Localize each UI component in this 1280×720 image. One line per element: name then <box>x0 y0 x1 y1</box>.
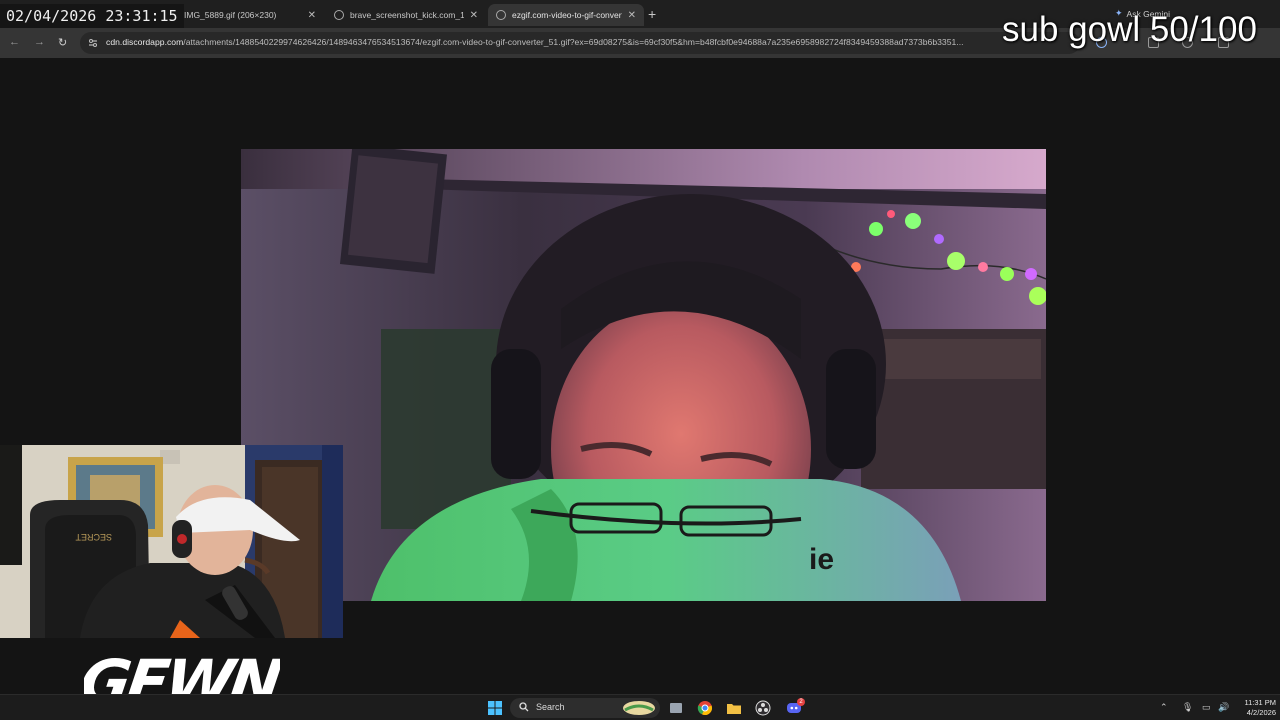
file-explorer-icon[interactable] <box>726 700 742 716</box>
taskbar-date: 4/2/2026 <box>1246 708 1276 717</box>
taskbar-clock[interactable]: 11:31 PM 4/2/2026 <box>1238 698 1276 718</box>
stream-frame: IMG_5889.gif (206×230) ✕ brave_screensho… <box>0 0 1280 720</box>
windows-taskbar: Search 2 ⌃ 🎙 ▭ 🔊 11:31 PM 4/2/2026 <box>0 694 1280 720</box>
tab-img-gif[interactable]: IMG_5889.gif (206×230) ✕ <box>176 4 324 26</box>
search-highlight-icon <box>623 701 655 715</box>
volume-icon[interactable]: 🔊 <box>1218 702 1229 713</box>
sub-goal-counter: sub gowl 50/100 <box>1002 10 1257 49</box>
back-arrow-icon[interactable]: ← <box>9 36 20 48</box>
chevron-up-icon[interactable]: ⌃ <box>1160 702 1168 713</box>
svg-text:ie: ie <box>809 543 834 576</box>
stream-datetime: 02/04/2026 23:31:15 <box>0 4 184 28</box>
new-tab-button[interactable]: + <box>648 6 656 22</box>
taskbar-search-box[interactable]: Search <box>510 698 660 718</box>
streamer-webcam: SECRET <box>0 445 343 638</box>
address-bar[interactable]: cdn.discordapp.com/attachments/148854022… <box>80 32 1080 54</box>
webcam-scene: SECRET <box>0 445 343 638</box>
discord-taskbar-button[interactable]: 2 <box>786 698 805 716</box>
chrome-icon[interactable] <box>697 700 713 716</box>
close-icon[interactable]: ✕ <box>470 10 478 21</box>
url-path: /attachments/1488540229974626426/1489463… <box>183 37 964 47</box>
gif-video-frame: ie <box>241 149 1046 601</box>
globe-icon <box>334 10 344 20</box>
search-placeholder: Search <box>536 702 565 712</box>
svg-text:SECRET: SECRET <box>75 532 112 542</box>
tab-title: ezgif.com-video-to-gif-convert <box>512 10 622 20</box>
tab-ezgif[interactable]: ezgif.com-video-to-gif-convert ✕ <box>488 4 644 26</box>
video-scene: ie <box>241 149 1046 601</box>
task-view-icon[interactable] <box>668 700 684 716</box>
network-icon[interactable]: ▭ <box>1202 702 1211 713</box>
forward-arrow-icon[interactable]: → <box>34 36 45 48</box>
close-icon[interactable]: ✕ <box>308 10 316 21</box>
tab-title: IMG_5889.gif (206×230) <box>184 10 277 20</box>
tab-brave-screenshot[interactable]: brave_screenshot_kick.com_1.p ✕ <box>326 4 486 26</box>
obs-icon[interactable] <box>755 700 771 716</box>
tab-title: brave_screenshot_kick.com_1.p <box>350 10 464 20</box>
site-info-icon[interactable] <box>88 38 98 48</box>
globe-icon <box>496 10 506 20</box>
microphone-icon[interactable]: 🎙 <box>1182 702 1193 713</box>
taskbar-time: 11:31 PM <box>1244 698 1276 707</box>
close-icon[interactable]: ✕ <box>628 10 636 21</box>
reload-icon[interactable]: ↻ <box>58 36 67 49</box>
search-icon <box>519 702 529 712</box>
url-text: cdn.discordapp.com/attachments/148854022… <box>106 37 1036 47</box>
discord-notification-badge: 2 <box>797 698 805 706</box>
windows-start-icon[interactable] <box>487 700 503 716</box>
url-domain: cdn.discordapp.com <box>106 37 184 47</box>
